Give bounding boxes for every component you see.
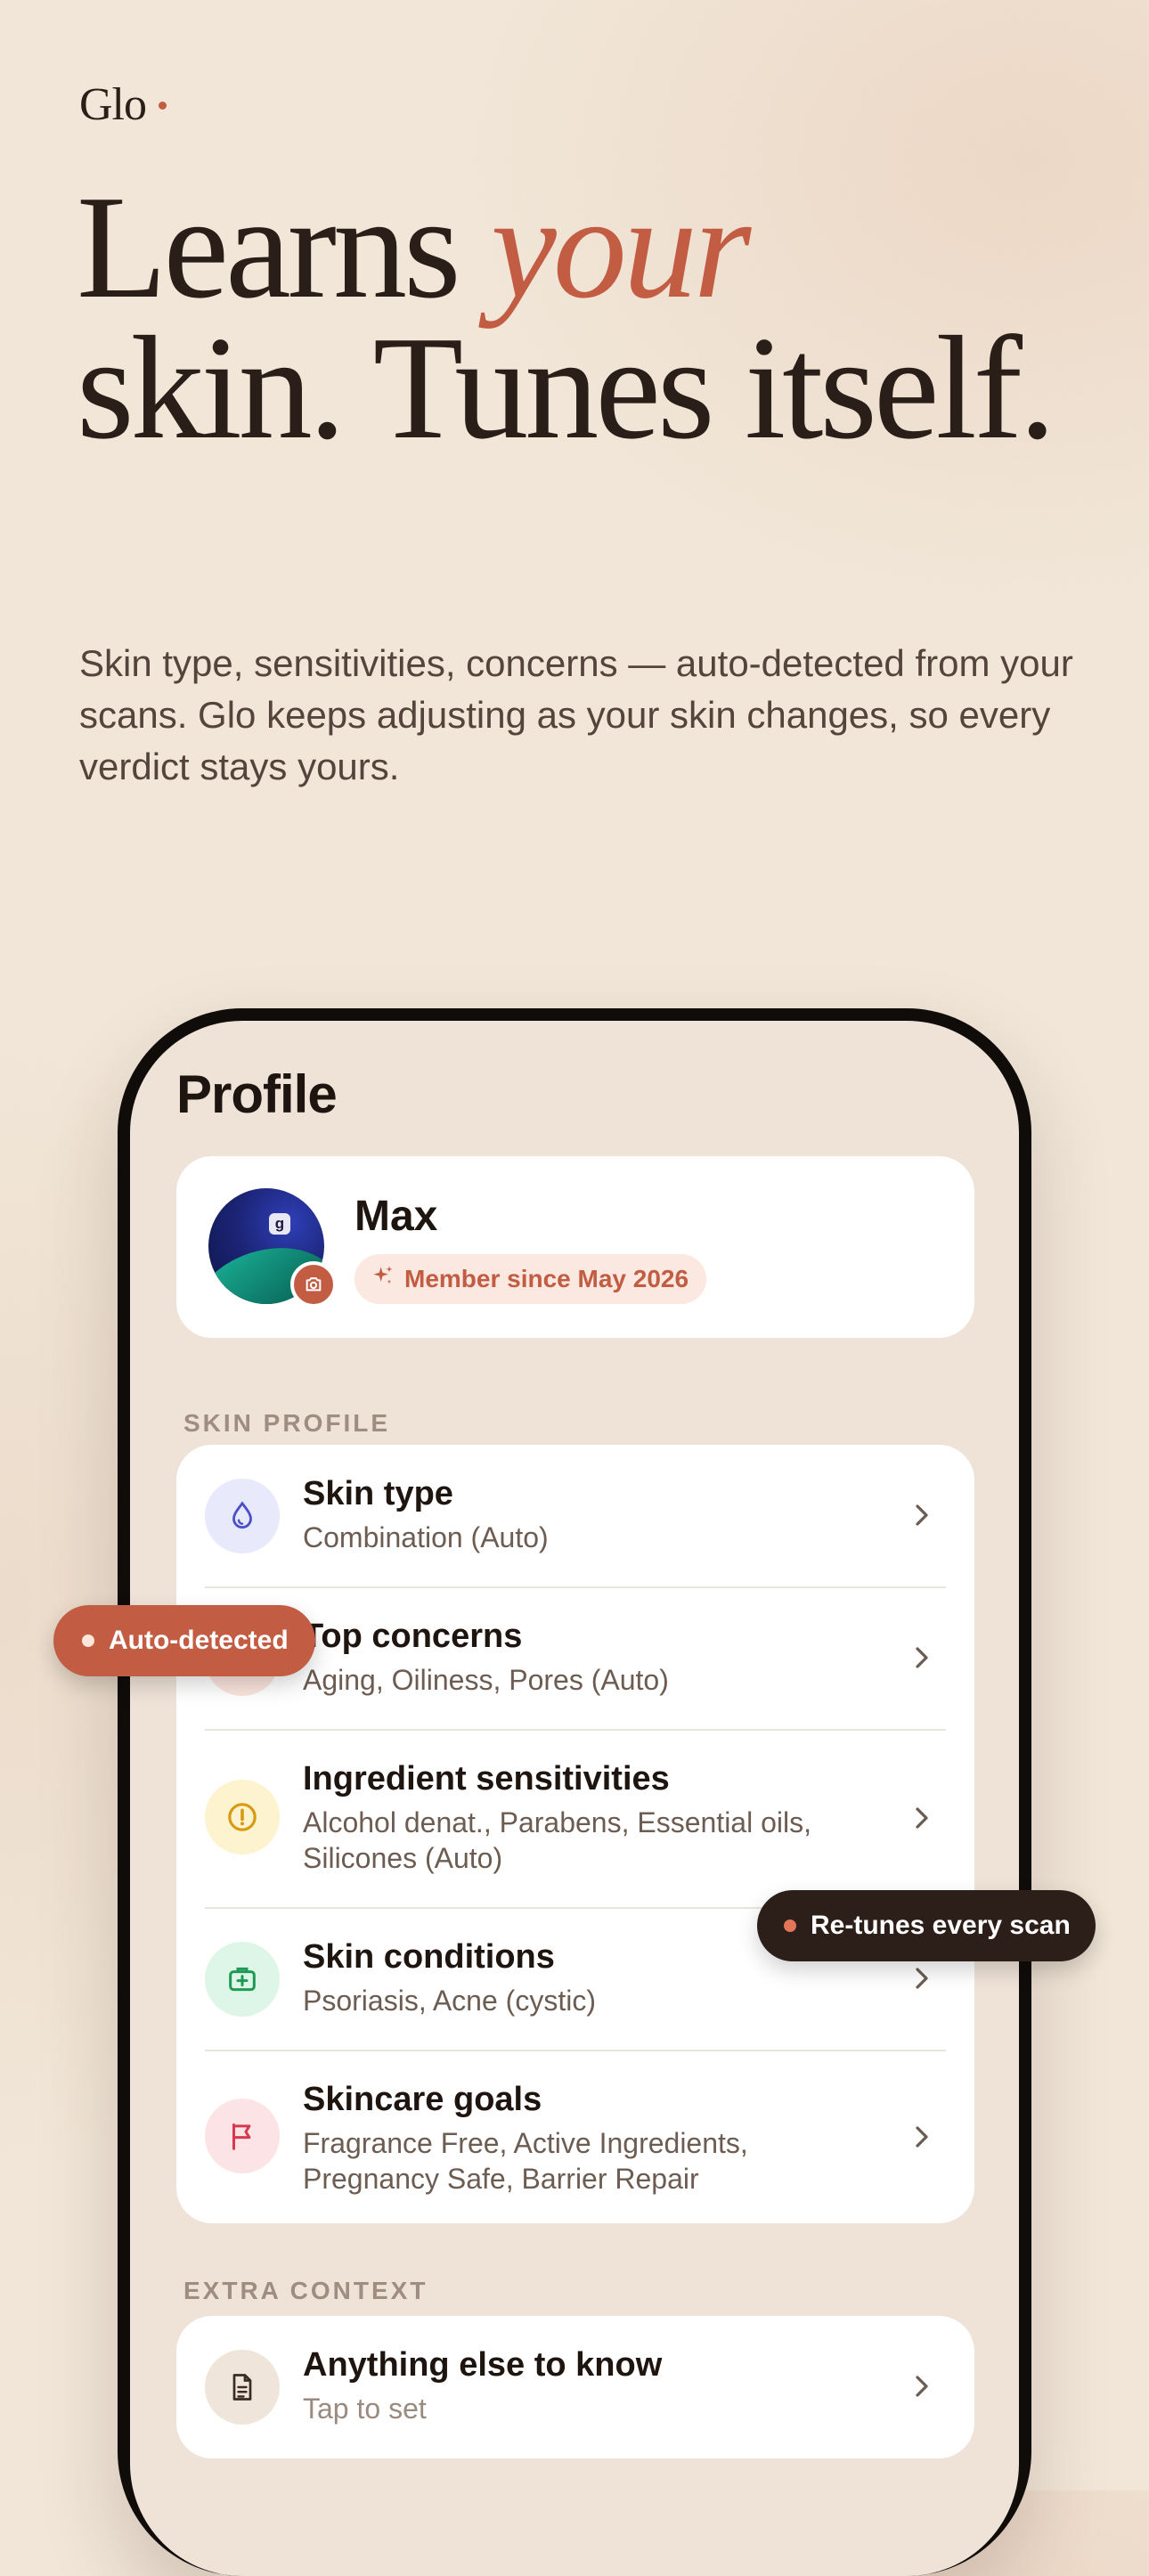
auto-detected-callout: Auto-detected: [53, 1605, 315, 1676]
list-item-skin-type[interactable]: Skin type Combination (Auto): [176, 1445, 974, 1587]
section-label-extra-context: EXTRA CONTEXT: [183, 2277, 428, 2304]
list-item-subtitle: Tap to set: [303, 2393, 427, 2425]
member-badge: Member since May 2026: [354, 1254, 707, 1304]
callout-text: Re-tunes every scan: [811, 1911, 1071, 1940]
headline-emphasis: your: [491, 165, 751, 329]
chevron-right-icon: [916, 1807, 928, 1829]
section-label-skin-profile: SKIN PROFILE: [183, 1409, 391, 1437]
chevron-right-icon: [916, 1504, 928, 1526]
callout-dot: [784, 1920, 796, 1932]
droplet-icon: [205, 1479, 280, 1553]
user-name: Max: [354, 1193, 438, 1240]
chevron-right-icon: [916, 2126, 928, 2148]
list-item-subtitle: Aging, Oiliness, Pores (Auto): [303, 1664, 669, 1696]
extra-context-list: Anything else to know Tap to set: [176, 2316, 974, 2458]
phone-screen: Profile g Max Member since May 2026 SKIN…: [130, 1021, 1019, 2576]
list-item-title: Ingredient sensitivities: [303, 1760, 670, 1797]
list-item-anything-else[interactable]: Anything else to know Tap to set: [176, 2316, 974, 2458]
phone-mockup: Profile g Max Member since May 2026 SKIN…: [118, 1008, 1031, 2576]
list-item-subtitle: Fragrance Free, Active Ingredients, Preg…: [303, 2127, 748, 2195]
list-item-title: Top concerns: [303, 1618, 523, 1655]
sparkle-icon: [371, 1264, 395, 1295]
skin-profile-list: Skin type Combination (Auto) Top concern…: [176, 1445, 974, 2223]
callout-dot: [82, 1634, 94, 1647]
chevron-right-icon: [916, 1968, 928, 1989]
hero-subheadline: Skin type, sensitivities, concerns — aut…: [79, 642, 1073, 787]
list-item-subtitle: Alcohol denat., Parabens, Essential oils…: [303, 1806, 811, 1874]
member-since-text: Member since May 2026: [404, 1265, 689, 1292]
headline-part-2: skin. Tunes itself.: [77, 306, 1055, 469]
list-item-skincare-goals[interactable]: Skincare goals Fragrance Free, Active In…: [176, 2050, 974, 2223]
list-item-title: Skin type: [303, 1475, 453, 1512]
camera-icon[interactable]: [290, 1261, 337, 1308]
chevron-right-icon: [916, 2376, 928, 2397]
brand-name: Glo: [79, 79, 147, 130]
hero-headline: Learns your skin. Tunes itself.: [77, 173, 1101, 461]
list-item-subtitle: Psoriasis, Acne (cystic): [303, 1985, 596, 2017]
document-icon: [205, 2350, 280, 2425]
headline-part-1: Learns: [77, 165, 492, 329]
chevron-right-icon: [916, 1647, 928, 1668]
user-card[interactable]: g Max Member since May 2026: [176, 1156, 974, 1338]
brand-dot: [159, 101, 167, 110]
list-item-title: Skincare goals: [303, 2081, 542, 2118]
avatar-glyph: g: [269, 1213, 290, 1235]
brand-logo: Glo: [79, 78, 167, 131]
alert-circle-icon: [205, 1780, 280, 1855]
flag-icon: [205, 2099, 280, 2173]
retunes-callout: Re-tunes every scan: [757, 1890, 1096, 1961]
list-item-title: Skin conditions: [303, 1938, 555, 1976]
page-title: Profile: [176, 1064, 338, 1124]
list-item-ingredient-sensitivities[interactable]: Ingredient sensitivities Alcohol denat.,…: [176, 1730, 974, 1908]
list-item-subtitle: Combination (Auto): [303, 1521, 549, 1553]
list-item-title: Anything else to know: [303, 2346, 663, 2384]
callout-text: Auto-detected: [109, 1626, 289, 1655]
medical-kit-icon: [205, 1942, 280, 2017]
